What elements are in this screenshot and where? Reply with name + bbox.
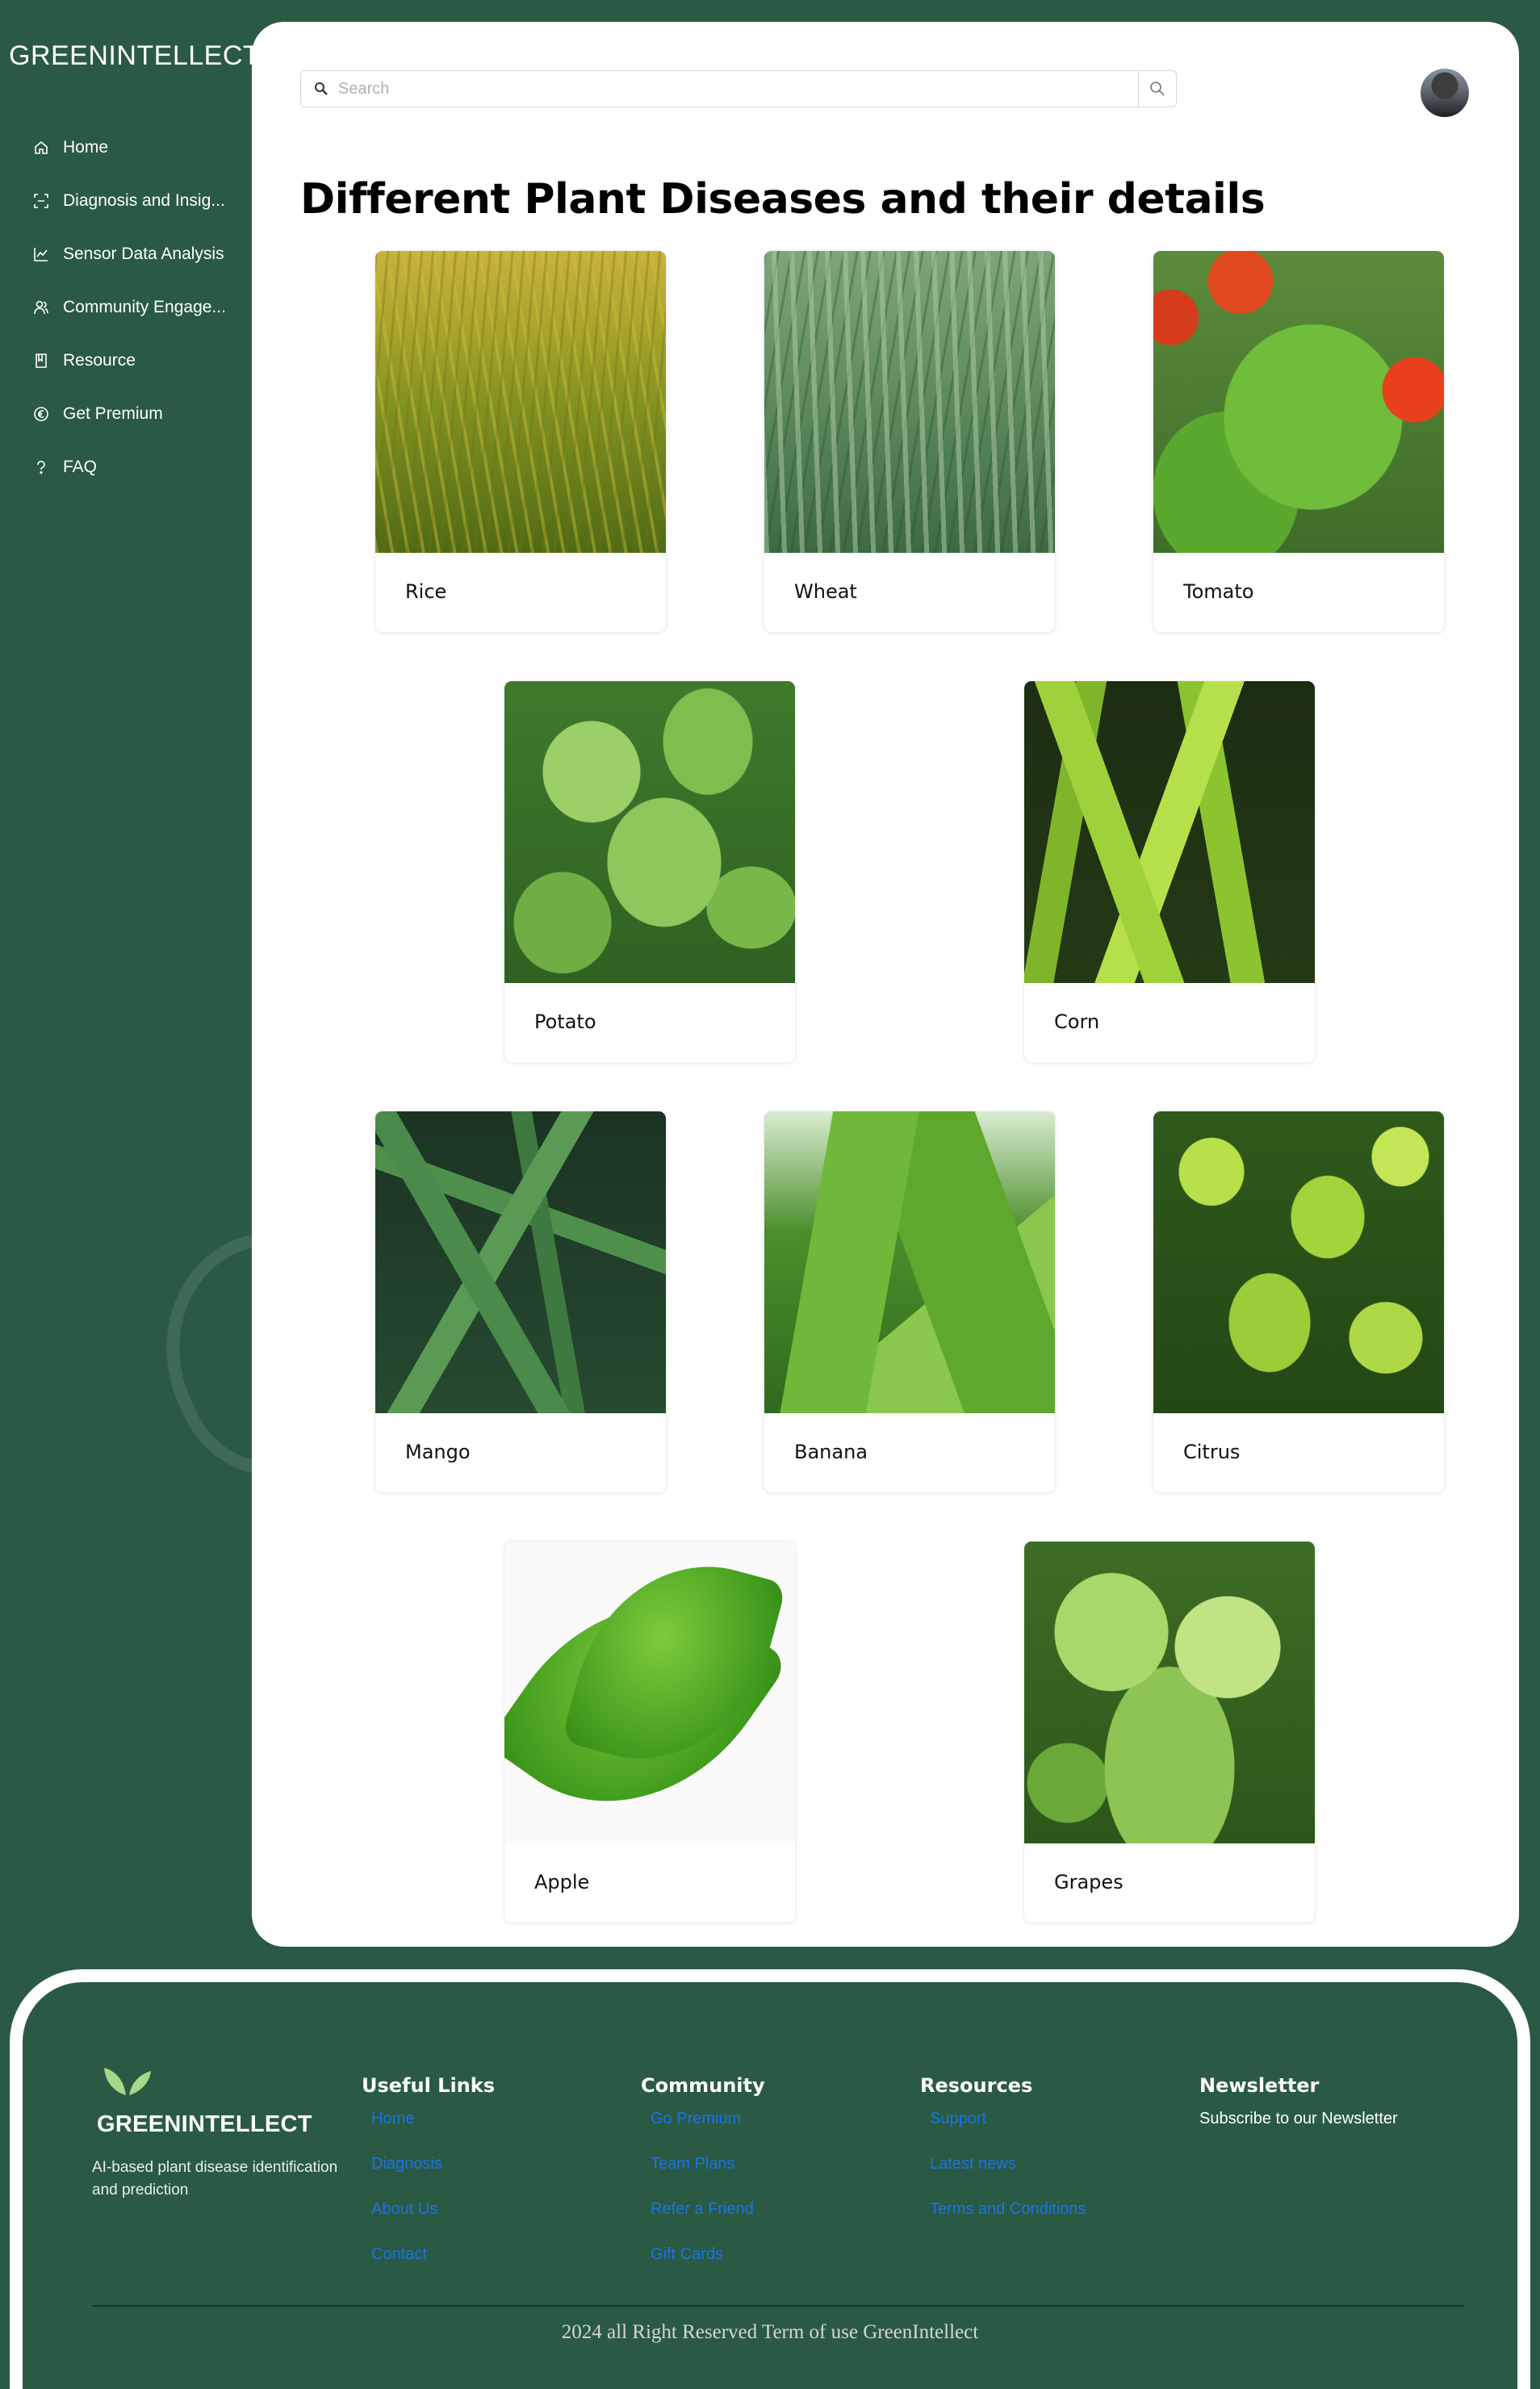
sidebar-item-label: Community Engage... [63, 298, 226, 316]
footer-column-title: Resources [920, 2074, 1033, 2097]
scan-icon [32, 192, 50, 210]
footer-link-gift-cards[interactable]: Gift Cards [651, 2245, 765, 2291]
plant-card-tomato[interactable]: Tomato [1153, 250, 1445, 633]
plant-card-citrus[interactable]: Citrus [1153, 1111, 1445, 1493]
plant-image [1153, 251, 1444, 553]
footer-tagline: AI-based plant disease identification an… [92, 2159, 338, 2199]
footer-community: Community Go Premium Team Plans Refer a … [641, 2074, 765, 2291]
footer-column-title: Useful Links [362, 2074, 496, 2097]
sidebar-nav: Home Diagnosis and Insig... Sensor Data … [32, 121, 242, 494]
sidebar-item-resource[interactable]: Resource [32, 334, 242, 387]
plant-name: Tomato [1183, 580, 1254, 603]
plant-name: Corn [1054, 1010, 1100, 1033]
question-icon [32, 458, 50, 476]
plant-card-potato[interactable]: Potato [504, 680, 796, 1063]
sidebar-item-label: Diagnosis and Insig... [63, 191, 225, 210]
footer-link-team-plans[interactable]: Team Plans [651, 2155, 765, 2200]
plant-image [375, 251, 666, 553]
plant-card-apple[interactable]: Apple [504, 1541, 796, 1923]
footer-column-title: Community [641, 2074, 765, 2097]
plant-image [504, 681, 795, 983]
chart-line-icon [32, 245, 50, 263]
sidebar-item-home[interactable]: Home [32, 121, 242, 174]
plant-name: Rice [405, 580, 447, 603]
sidebar-item-diagnosis[interactable]: Diagnosis and Insig... [32, 174, 242, 228]
plant-card-rice[interactable]: Rice [375, 250, 667, 633]
book-icon [32, 352, 50, 370]
footer-link-terms[interactable]: Terms and Conditions [930, 2200, 1086, 2245]
footer-resources: Resources Support Latest news Terms and … [920, 2074, 1086, 2245]
plant-image [375, 1111, 666, 1413]
footer-brand: GREENINTELLECT [97, 2111, 312, 2137]
footer-useful-links: Useful Links Home Diagnosis About Us Con… [362, 2074, 495, 2291]
search-button[interactable] [1138, 71, 1176, 107]
plant-image [1024, 1542, 1315, 1843]
page-title: Different Plant Diseases and their detai… [300, 175, 1266, 224]
plant-card-corn[interactable]: Corn [1023, 680, 1316, 1063]
leaf-logo-icon [99, 2063, 156, 2102]
sidebar-item-label: FAQ [63, 458, 98, 476]
newsletter-text: Subscribe to our Newsletter [1199, 2110, 1398, 2128]
sidebar-item-label: Get Premium [63, 404, 163, 423]
brand-logo[interactable]: GREENINTELLECT [9, 40, 260, 72]
footer-link-home[interactable]: Home [371, 2110, 495, 2155]
footer-link-contact[interactable]: Contact [371, 2245, 495, 2291]
euro-icon [32, 405, 50, 423]
home-icon [32, 139, 50, 157]
plant-image [764, 251, 1055, 553]
footer-divider [92, 2305, 1464, 2307]
sidebar-item-label: Sensor Data Analysis [63, 245, 224, 263]
plant-image [1024, 681, 1315, 983]
main-panel: Different Plant Diseases and their detai… [252, 22, 1519, 1947]
sidebar-item-label: Home [63, 138, 109, 157]
plant-name: Grapes [1054, 1871, 1124, 1893]
sidebar-item-community[interactable]: Community Engage... [32, 281, 242, 334]
plant-name: Citrus [1183, 1441, 1241, 1463]
users-icon [32, 299, 50, 316]
plant-card-wheat[interactable]: Wheat [764, 250, 1056, 633]
plant-name: Banana [794, 1441, 868, 1463]
footer-link-go-premium[interactable]: Go Premium [651, 2110, 765, 2155]
sidebar-item-sensor-data[interactable]: Sensor Data Analysis [32, 228, 242, 281]
footer-link-diagnosis[interactable]: Diagnosis [371, 2155, 495, 2200]
footer-copyright: 2024 all Right Reserved Term of use Gree… [561, 2321, 979, 2343]
search-icon [314, 82, 332, 96]
avatar[interactable] [1421, 69, 1469, 117]
plant-name: Apple [534, 1871, 590, 1893]
plant-image [764, 1111, 1055, 1413]
search-bar [300, 70, 1177, 107]
search-icon [1150, 82, 1165, 96]
sidebar-item-premium[interactable]: Get Premium [32, 387, 242, 441]
footer: GREENINTELLECT AI-based plant disease id… [10, 1969, 1530, 2389]
footer-link-support[interactable]: Support [930, 2110, 1086, 2155]
plant-card-mango[interactable]: Mango [375, 1111, 667, 1493]
sidebar-item-label: Resource [63, 351, 136, 370]
plant-card-grapes[interactable]: Grapes [1023, 1541, 1316, 1923]
plant-name: Wheat [794, 580, 857, 603]
plant-name: Potato [534, 1010, 596, 1033]
plant-card-banana[interactable]: Banana [764, 1111, 1056, 1493]
plant-name: Mango [405, 1441, 471, 1463]
footer-newsletter: Newsletter Subscribe to our Newsletter [1199, 2074, 1398, 2128]
plant-image [1153, 1111, 1444, 1413]
sidebar-item-faq[interactable]: FAQ [32, 441, 242, 494]
search-input[interactable] [337, 72, 1138, 106]
footer-column-title: Newsletter [1199, 2074, 1320, 2097]
footer-link-refer-friend[interactable]: Refer a Friend [651, 2200, 765, 2245]
plant-image [504, 1542, 795, 1843]
footer-link-latest-news[interactable]: Latest news [930, 2155, 1086, 2200]
footer-link-about-us[interactable]: About Us [371, 2200, 495, 2245]
